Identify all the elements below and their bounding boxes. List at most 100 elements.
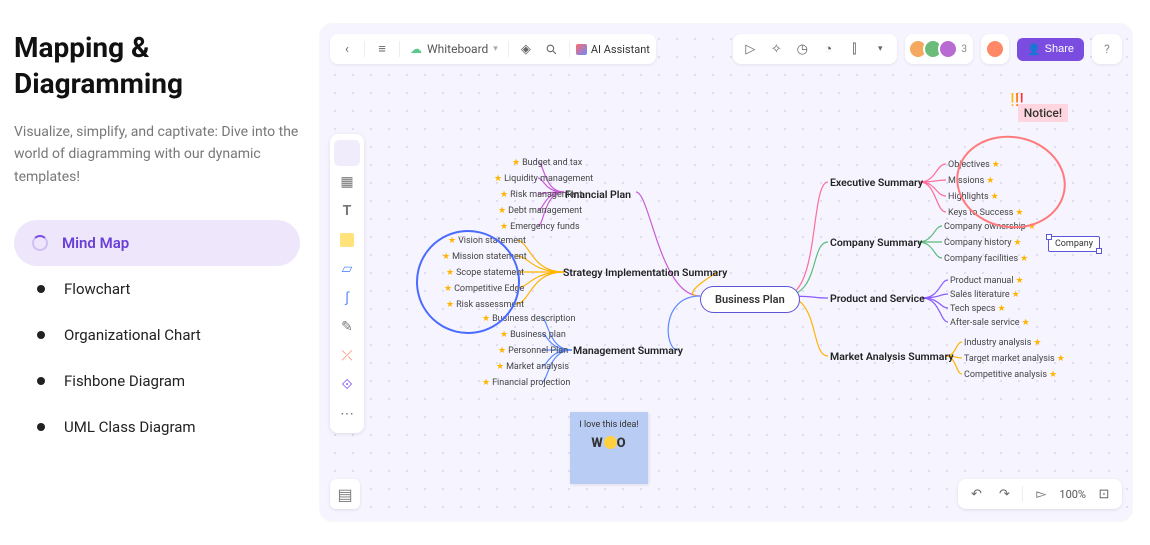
leaf-label: Highlights	[948, 192, 989, 202]
mindmap-node[interactable]: ★Financial projection	[482, 378, 570, 388]
mindmap-node[interactable]: ★Budget and tax	[512, 158, 582, 168]
undo-icon[interactable]: ↶	[966, 484, 986, 504]
star-icon: ★	[1016, 276, 1024, 286]
menu-icon[interactable]: ≡	[371, 38, 393, 60]
leaf-label: Business description	[492, 314, 575, 324]
nav-item-mind-map[interactable]: Mind Map	[14, 220, 300, 266]
frame-tool[interactable]: ▦	[334, 169, 360, 195]
user-box[interactable]	[981, 34, 1009, 64]
mindmap-center-node[interactable]: Business Plan	[700, 286, 800, 313]
mindmap-tool[interactable]: ⤫	[334, 343, 360, 369]
mindmap-node[interactable]: Management Summary	[573, 344, 683, 357]
mindmap-node[interactable]: Keys to Success★	[948, 208, 1023, 218]
branch-tool[interactable]: ⟐	[334, 372, 360, 398]
back-icon[interactable]: ‹	[336, 38, 358, 60]
sticky-tool[interactable]	[334, 227, 360, 253]
sticky-woo: WO	[576, 436, 642, 451]
mindmap-node[interactable]: ★Emergency funds	[500, 222, 580, 232]
mindmap-node[interactable]: ★Business plan	[500, 330, 566, 340]
mindmap-node[interactable]: Target market analysis★	[964, 354, 1065, 364]
mindmap-node[interactable]: After-sale service★	[950, 318, 1030, 328]
canvas[interactable]: Business Plan Financial Plan★Budget and …	[320, 24, 1132, 521]
theme-tool[interactable]	[334, 140, 360, 166]
mindmap-node[interactable]: ★Personnel Plan	[498, 346, 568, 356]
mindmap-node[interactable]: ★Business description	[482, 314, 575, 324]
nav-item-uml[interactable]: UML Class Diagram	[14, 404, 300, 450]
nav-item-fishbone[interactable]: Fishbone Diagram	[14, 358, 300, 404]
zoom-level[interactable]: 100%	[1059, 488, 1086, 501]
shape-tool[interactable]: ▱	[334, 256, 360, 282]
share-button[interactable]: 👤 Share	[1017, 38, 1084, 61]
avatar	[938, 39, 958, 59]
redo-icon[interactable]: ↷	[994, 484, 1014, 504]
mindmap-node[interactable]: Market Analysis Summary	[830, 350, 954, 363]
mindmap-node[interactable]: Sales literature★	[950, 290, 1020, 300]
more-icon[interactable]: ▾	[869, 38, 891, 60]
mindmap-node[interactable]: ★Liquidity management	[494, 174, 593, 184]
star-icon: ★	[494, 174, 502, 184]
fit-icon[interactable]: ⊡	[1094, 484, 1114, 504]
mindmap-node[interactable]: Product manual★	[950, 276, 1024, 286]
connector-tool[interactable]: ∫	[334, 285, 360, 311]
leaf-label: Product manual	[950, 276, 1014, 286]
tag-icon[interactable]: ◈	[515, 38, 537, 60]
mindmap-node[interactable]: ★Vision statement	[448, 236, 526, 246]
leaf-label: Scope statement	[456, 268, 524, 278]
mindmap-node[interactable]: Tech specs★	[950, 304, 1006, 314]
emoji-face-icon	[604, 436, 617, 449]
mindmap-node[interactable]: Industry analysis★	[964, 338, 1041, 348]
mindmap-node[interactable]: Objectives★	[948, 160, 1000, 170]
mindmap-node[interactable]: Company ownership★	[944, 222, 1036, 232]
mindmap-node[interactable]: Highlights★	[948, 192, 999, 202]
mindmap-node[interactable]: Company facilities★	[944, 254, 1028, 264]
mindmap-node[interactable]: ★Risk assessment	[446, 300, 524, 310]
mindmap-node[interactable]: Company history★	[944, 238, 1022, 248]
leaf-label: Risk assessment	[456, 300, 524, 310]
timer-icon[interactable]: ◔	[817, 38, 839, 60]
leaf-label: Sales literature	[950, 290, 1010, 300]
search-icon[interactable]	[541, 38, 563, 60]
mindmap-node[interactable]: ★Mission statement	[442, 252, 527, 262]
ai-logo-icon	[576, 44, 587, 55]
leaf-label: Budget and tax	[522, 158, 582, 168]
nav-item-flowchart[interactable]: Flowchart	[14, 266, 300, 312]
cursor-icon[interactable]: ▻	[1031, 484, 1051, 504]
mindmap-node[interactable]: Executive Summary	[830, 176, 923, 189]
mindmap-node[interactable]: Product and Service	[830, 292, 925, 305]
leaf-label: Company ownership	[944, 222, 1026, 232]
star-icon: ★	[496, 362, 504, 372]
whiteboard-dropdown[interactable]: ☁ Whiteboard ▾	[406, 42, 502, 56]
help-button[interactable]: ?	[1092, 34, 1122, 64]
leaf-label: Liquidity management	[504, 174, 593, 184]
pen-tool[interactable]: ✎	[334, 314, 360, 340]
nav-item-org-chart[interactable]: Organizational Chart	[14, 312, 300, 358]
text-tool[interactable]: T	[334, 198, 360, 224]
mindmap-node[interactable]: ★Scope statement	[446, 268, 524, 278]
sticky-icon	[340, 233, 354, 247]
mindmap-node[interactable]: ★Debt management	[498, 206, 582, 216]
leaf-label: Personnel Plan	[508, 346, 568, 356]
history-icon[interactable]: ◷	[791, 38, 813, 60]
mindmap-node[interactable]: Strategy Implementation Summary	[563, 266, 727, 279]
mindmap-node[interactable]: Company Summary	[830, 236, 922, 249]
mindmap-node[interactable]: ★Market analysis	[496, 362, 569, 372]
more-tools[interactable]: ⋯	[334, 401, 360, 427]
bullet-icon	[37, 377, 45, 385]
cloud-icon: ☁	[410, 42, 422, 56]
sparkle-icon[interactable]: ✧	[765, 38, 787, 60]
play-icon[interactable]: ▷	[739, 38, 761, 60]
sticky-note[interactable]: I love this idea! WO	[570, 412, 648, 484]
star-icon: ★	[446, 300, 454, 310]
chart-icon[interactable]: ⫿	[843, 38, 865, 60]
mindmap-node[interactable]: ★Competitive Edge	[444, 284, 524, 294]
star-icon: ★	[512, 158, 520, 168]
bullet-icon	[37, 285, 45, 293]
mindmap-node[interactable]: ★Risk management	[500, 190, 582, 200]
layers-button[interactable]: ▤	[330, 479, 360, 509]
leaf-label: Vision statement	[458, 236, 526, 246]
mindmap-node[interactable]: Competitive analysis★	[964, 370, 1057, 380]
mindmap-node[interactable]: Missions★	[948, 176, 994, 186]
avatar-stack[interactable]: 3	[913, 39, 967, 59]
ai-assistant-button[interactable]: AI Assistant	[576, 43, 650, 56]
company-tag[interactable]: Company	[1048, 236, 1100, 252]
